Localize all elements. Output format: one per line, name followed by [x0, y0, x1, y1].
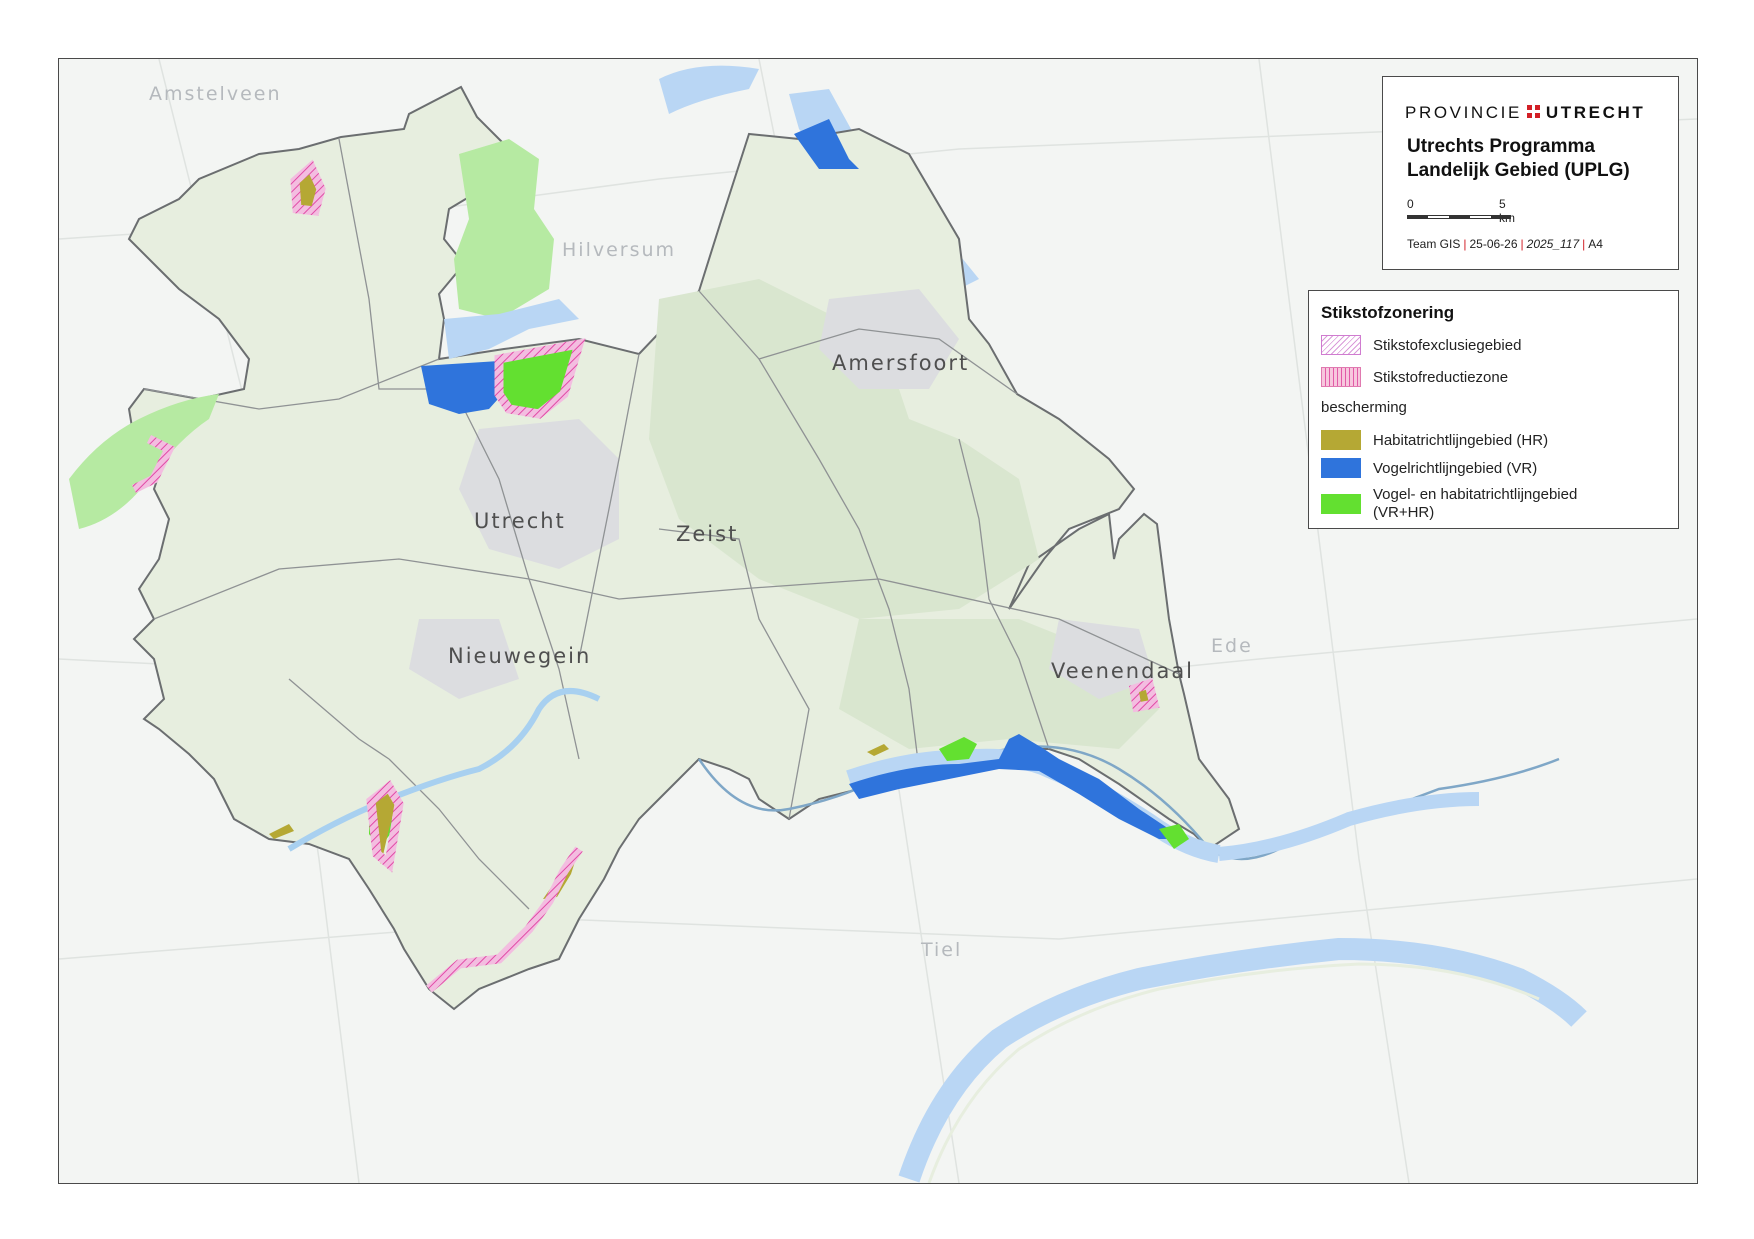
province-utrecht: [127, 85, 1241, 1011]
map-title: Utrechts Programma Landelijk Gebied (UPL…: [1407, 136, 1630, 181]
credit-team: Team GIS: [1407, 237, 1461, 251]
hatch-swatch-icon: [1321, 367, 1361, 387]
legend-label: Stikstofreductiezone: [1373, 368, 1509, 386]
legend-title: Stikstofzonering: [1321, 303, 1455, 322]
map-credits: Team GIS | 25-06-26 | 2025_117 | A4: [1407, 237, 1603, 251]
credit-format: A4: [1588, 237, 1603, 251]
label-utrecht: Utrecht: [474, 509, 566, 533]
organisation-name: PROVINCIE UTRECHT: [1405, 103, 1645, 123]
hatch-swatch-icon: [1321, 335, 1361, 355]
color-swatch-icon: [1321, 494, 1361, 514]
legend-label: Stikstofexclusiegebied: [1373, 336, 1522, 354]
title-box: PROVINCIE UTRECHT Utrechts Programma Land…: [1382, 76, 1679, 270]
scale-bar: 0 5 km: [1407, 197, 1517, 229]
province-logo-icon: [1526, 105, 1541, 119]
color-swatch-icon: [1321, 458, 1361, 478]
legend-item-exclusie: Stikstofexclusiegebied: [1321, 335, 1521, 355]
label-hilversum: Hilversum: [562, 239, 677, 261]
legend-item-vr: Vogelrichtlijngebied (VR): [1321, 458, 1537, 478]
label-amersfoort: Amersfoort: [832, 351, 970, 375]
legend-label: Vogel- en habitatrichtlijngebied (VR+HR): [1373, 486, 1578, 521]
legend-item-vrhr: Vogel- en habitatrichtlijngebied (VR+HR): [1321, 486, 1633, 522]
scale-start-label: 0: [1407, 197, 1414, 211]
legend-subheading: bescherming: [1321, 399, 1407, 416]
legend-item-reductie: Stikstofreductiezone: [1321, 367, 1508, 387]
label-veenendaal: Veenendaal: [1051, 659, 1195, 683]
label-tiel: Tiel: [921, 939, 963, 961]
label-ede: Ede: [1211, 635, 1253, 657]
legend-label: Habitatrichtlijngebied (HR): [1373, 431, 1549, 449]
credit-code: 2025_117: [1526, 237, 1580, 251]
org-name-right: UTRECHT: [1545, 103, 1646, 122]
legend-label: Vogelrichtlijngebied (VR): [1373, 459, 1538, 477]
legend-item-hr: Habitatrichtlijngebied (HR): [1321, 430, 1548, 450]
label-zeist: Zeist: [676, 522, 739, 546]
color-swatch-icon: [1321, 430, 1361, 450]
map-legend: Stikstofzonering Stikstofexclusiegebied …: [1308, 290, 1679, 529]
scale-end-label: 5 km: [1499, 197, 1515, 225]
label-amstelveen: Amstelveen: [149, 83, 282, 105]
org-name-left: PROVINCIE: [1405, 103, 1522, 122]
label-nieuwegein: Nieuwegein: [448, 644, 592, 668]
credit-date: 25-06-26: [1469, 237, 1518, 251]
